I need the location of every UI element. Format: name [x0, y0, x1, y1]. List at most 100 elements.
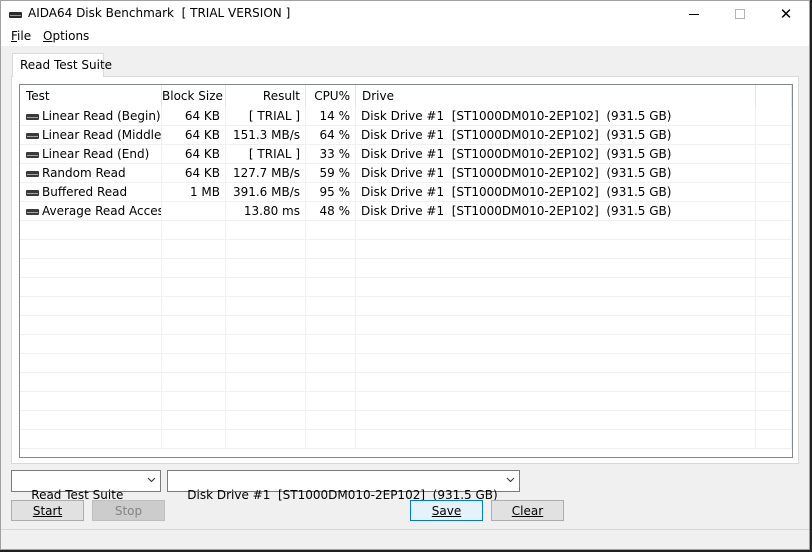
- row-block-size-text: 64 KB: [184, 166, 220, 180]
- row-cpu-text: 14 %: [319, 109, 351, 123]
- row-result: [226, 278, 306, 297]
- minimize-icon: [689, 13, 699, 15]
- row-cpu: [306, 240, 356, 259]
- chevron-down-icon: [147, 477, 156, 483]
- row-cpu: 33 %: [306, 145, 356, 164]
- menu-bar: File Options: [1, 27, 809, 47]
- row-spacer: [756, 164, 792, 183]
- row-block-size: [162, 335, 226, 354]
- empty-row: [20, 240, 792, 259]
- table-row[interactable]: Linear Read (Middle) 64 KB 151.3 MB/s 64 % D…: [20, 126, 792, 145]
- row-spacer: [756, 202, 792, 221]
- row-drive: [356, 259, 756, 278]
- table-row[interactable]: Buffered Read 1 MB 391.6 MB/s 95 % Disk Driv…: [20, 183, 792, 202]
- row-cpu: [306, 316, 356, 335]
- disk-drive-icon: [26, 171, 39, 177]
- empty-row: [20, 354, 792, 373]
- row-drive-text: Disk Drive #1 [ST1000DM010-2EP102] (931.…: [361, 204, 672, 218]
- chevron-down-icon: [506, 477, 515, 483]
- stop-button[interactable]: Stop: [92, 500, 165, 521]
- row-spacer: [756, 392, 792, 411]
- row-block-size: 1 MB: [162, 183, 226, 202]
- column-header-test[interactable]: Test: [20, 85, 162, 107]
- row-test-name: [20, 354, 162, 373]
- row-result: 151.3 MB/s: [226, 126, 306, 145]
- row-test-name: [20, 240, 162, 259]
- row-drive-text: Disk Drive #1 [ST1000DM010-2EP102] (931.…: [361, 109, 672, 123]
- row-test-name: Average Read Access: [20, 202, 162, 221]
- save-button[interactable]: Save: [410, 500, 483, 521]
- row-cpu: 59 %: [306, 164, 356, 183]
- row-test-name-text: Linear Read (End): [42, 147, 150, 161]
- drive-select[interactable]: Disk Drive #1 [ST1000DM010-2EP102] (931.…: [167, 470, 520, 502]
- row-test-name: [20, 411, 162, 430]
- row-drive: [356, 411, 756, 430]
- row-test-name-text: Linear Read (Middle): [42, 128, 162, 142]
- row-cpu: 64 %: [306, 126, 356, 145]
- row-cpu: [306, 278, 356, 297]
- row-cpu-text: 33 %: [319, 147, 351, 161]
- row-block-size: 64 KB: [162, 126, 226, 145]
- results-list[interactable]: Test Block Size Result CPU% Drive Linear…: [19, 84, 793, 458]
- row-cpu: 14 %: [306, 107, 356, 126]
- empty-row: [20, 316, 792, 335]
- disk-drive-icon: [26, 209, 39, 215]
- row-cpu-text: 48 %: [319, 204, 351, 218]
- row-test-name: Linear Read (End): [20, 145, 162, 164]
- row-test-name: [20, 430, 162, 449]
- row-result-text: [ TRIAL ]: [248, 109, 300, 123]
- column-header-cpu[interactable]: CPU%: [306, 85, 356, 107]
- row-cpu-text: 95 %: [319, 185, 351, 199]
- row-test-name-text: Random Read: [42, 166, 126, 180]
- column-header-drive[interactable]: Drive: [356, 85, 756, 107]
- row-result: [226, 259, 306, 278]
- tab-read-test-suite[interactable]: Read Test Suite: [12, 53, 112, 77]
- table-row[interactable]: Average Read Access 13.80 ms 48 % Disk Driv…: [20, 202, 792, 221]
- row-spacer: [756, 183, 792, 202]
- row-cpu-text: 59 %: [319, 166, 351, 180]
- row-drive: Disk Drive #1 [ST1000DM010-2EP102] (931.…: [356, 202, 756, 221]
- minimize-button[interactable]: [671, 1, 717, 27]
- row-spacer: [756, 335, 792, 354]
- row-spacer: [756, 107, 792, 126]
- close-icon: ✕: [779, 4, 793, 23]
- table-row[interactable]: Linear Read (End) 64 KB [ TRIAL ] 33 % Disk …: [20, 145, 792, 164]
- menu-options[interactable]: Options: [43, 29, 89, 43]
- row-result-text: 127.7 MB/s: [232, 166, 300, 180]
- row-cpu: [306, 430, 356, 449]
- row-test-name: Linear Read (Begin): [20, 107, 162, 126]
- row-spacer: [756, 278, 792, 297]
- row-drive: [356, 392, 756, 411]
- row-test-name-text: Linear Read (Begin): [42, 109, 161, 123]
- row-block-size: [162, 278, 226, 297]
- row-drive: [356, 373, 756, 392]
- row-drive-text: Disk Drive #1 [ST1000DM010-2EP102] (931.…: [361, 147, 672, 161]
- menu-file[interactable]: File: [11, 29, 31, 43]
- row-block-size: [162, 411, 226, 430]
- empty-row: [20, 278, 792, 297]
- row-block-size: [162, 240, 226, 259]
- maximize-button[interactable]: [717, 1, 763, 27]
- start-button[interactable]: Start: [11, 500, 84, 521]
- empty-row: [20, 373, 792, 392]
- column-header-result[interactable]: Result: [226, 85, 306, 107]
- test-suite-select[interactable]: Read Test Suite: [11, 470, 161, 502]
- column-header-block-size[interactable]: Block Size: [162, 85, 226, 107]
- row-block-size: [162, 297, 226, 316]
- row-drive: [356, 316, 756, 335]
- row-spacer: [756, 354, 792, 373]
- row-drive: Disk Drive #1 [ST1000DM010-2EP102] (931.…: [356, 126, 756, 145]
- clear-button[interactable]: Clear: [491, 500, 564, 521]
- row-test-name: [20, 373, 162, 392]
- table-row[interactable]: Linear Read (Begin) 64 KB [ TRIAL ] 14 % Dis…: [20, 107, 792, 126]
- table-row[interactable]: Random Read 64 KB 127.7 MB/s 59 % Disk Drive…: [20, 164, 792, 183]
- close-button[interactable]: ✕: [763, 1, 809, 27]
- row-cpu: [306, 259, 356, 278]
- row-spacer: [756, 297, 792, 316]
- row-block-size: [162, 354, 226, 373]
- row-test-name: [20, 259, 162, 278]
- row-drive: Disk Drive #1 [ST1000DM010-2EP102] (931.…: [356, 164, 756, 183]
- row-test-name-text: Average Read Access: [42, 204, 162, 218]
- row-test-name: Random Read: [20, 164, 162, 183]
- row-cpu: [306, 354, 356, 373]
